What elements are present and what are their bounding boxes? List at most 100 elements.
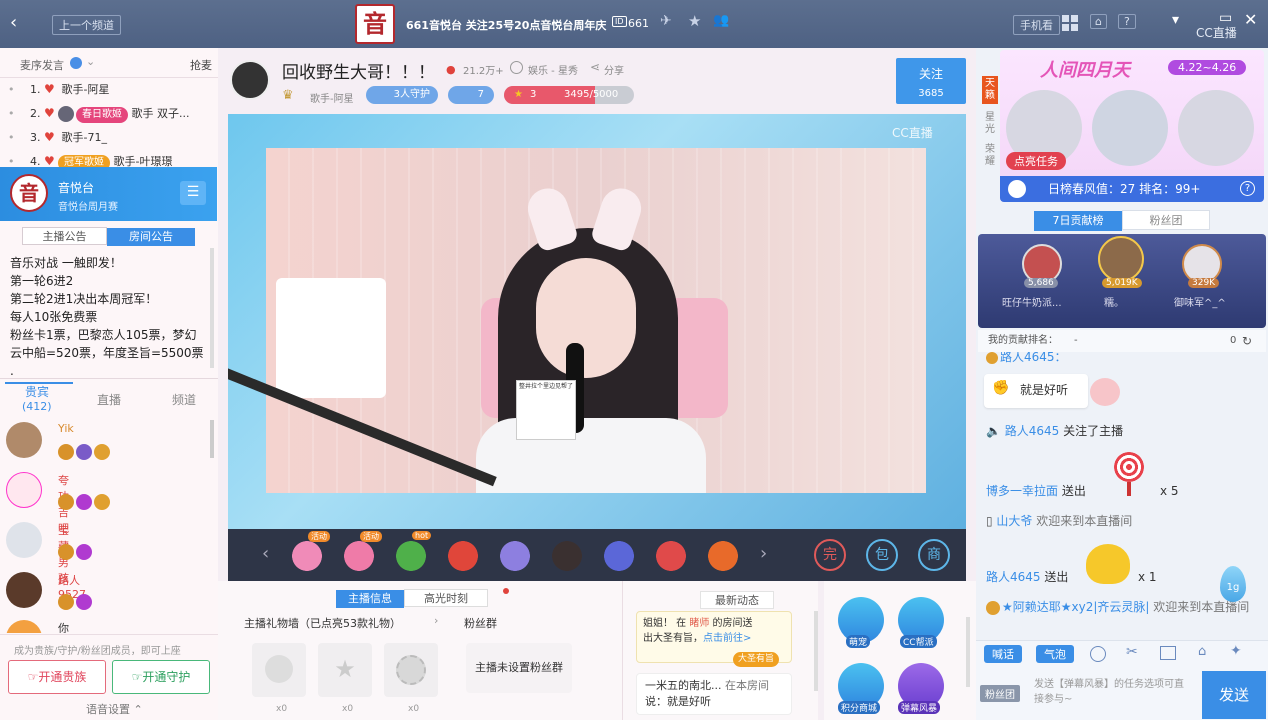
scrollbar[interactable]	[966, 617, 970, 687]
gift-item[interactable]	[444, 537, 482, 575]
emoji-icon[interactable]	[1090, 646, 1106, 662]
tab-highlights[interactable]: 高光时刻	[404, 589, 488, 607]
tab-vip[interactable]: 贵宾	[25, 383, 49, 400]
shout-button[interactable]: 喊话	[984, 645, 1022, 663]
level-drop-badge[interactable]: 1g	[1220, 566, 1246, 602]
list-item[interactable]: • 1. ♥ 歌手-阿星	[0, 78, 210, 102]
event-banner[interactable]: 人间四月天 4.22~4.26 点亮任务 日榜春风值：27 排名：99+ ?	[1000, 50, 1264, 202]
gift-item[interactable]	[548, 537, 586, 575]
list-item[interactable]: • 4. ♥ 冠军歌姬 歌手-叶璟璟	[0, 150, 210, 168]
scrollbar[interactable]	[210, 248, 214, 368]
chat-message: 🔈 路人4645 关注了主播	[986, 424, 1124, 438]
guard-badge[interactable]: 3人守护	[366, 86, 438, 104]
menu-icon[interactable]: ☰	[180, 181, 206, 205]
mic-seat-tab[interactable]: 麦序发言	[20, 57, 64, 73]
gift-item[interactable]	[652, 537, 690, 575]
notice-text: 音乐对战 一触即发！ 第一轮6进2 第二轮2进1决出本周冠军！ 每人10张免费票 粉丝卡…	[10, 256, 204, 378]
send-button[interactable]: 发送	[1202, 671, 1266, 719]
chat-message: ▯ 山大爷 欢迎来到本直播间	[986, 514, 1133, 528]
chevron-right-icon[interactable]: ›	[434, 614, 438, 627]
sofa	[276, 278, 386, 398]
lock-icon[interactable]: ⌂	[1198, 644, 1206, 659]
gift-tag: 活动	[308, 531, 330, 542]
prev-channel-button[interactable]: 上一个频道	[52, 15, 121, 35]
chevron-left-icon[interactable]: ‹	[262, 543, 269, 564]
gift-item[interactable]	[340, 537, 378, 575]
users-icon[interactable]: 👥	[713, 13, 729, 28]
shop-icon[interactable]: 商	[918, 539, 950, 571]
tab-room-notice[interactable]: 房间公告	[107, 228, 195, 246]
share-button[interactable]: 分享	[604, 62, 624, 77]
vip-count: (412)	[22, 400, 52, 413]
star-icon[interactable]: ★	[688, 12, 701, 30]
avatar	[6, 472, 42, 508]
phone-view-button[interactable]: 手机看	[1013, 15, 1060, 35]
complete-icon[interactable]: 完	[814, 539, 846, 571]
gift-item[interactable]	[392, 537, 430, 575]
help-icon[interactable]: ?	[1240, 181, 1255, 196]
scrollbar[interactable]	[814, 611, 818, 691]
tab-channel[interactable]: 频道	[172, 391, 196, 408]
fans-club-button[interactable]: 粉丝团	[980, 685, 1020, 702]
gift-item[interactable]	[704, 537, 742, 575]
gift-item[interactable]	[600, 537, 638, 575]
tab-anchor-info[interactable]: 主播信息	[336, 590, 404, 608]
scrollbar[interactable]	[210, 420, 214, 458]
event-task-button[interactable]: 点亮任务	[1006, 152, 1066, 170]
chevron-right-icon[interactable]: ›	[760, 543, 767, 564]
tab-anchor-notice[interactable]: 主播公告	[22, 227, 107, 245]
back-icon[interactable]: ‹	[10, 12, 17, 33]
tab-live[interactable]: 直播	[97, 391, 121, 408]
avatar[interactable]	[230, 60, 270, 100]
info-icon[interactable]	[70, 57, 82, 69]
avatar[interactable]	[1098, 236, 1144, 282]
gift-slot[interactable]	[252, 643, 306, 697]
refresh-icon[interactable]: ↻	[1242, 330, 1252, 352]
gift-item[interactable]	[496, 537, 534, 575]
bag-icon[interactable]: 包	[866, 539, 898, 571]
pin-icon[interactable]: ✈	[660, 13, 672, 29]
minimize-icon[interactable]: ▾	[1172, 12, 1179, 28]
news-item[interactable]: 一米五的南北... 在本房间 说：就是好听	[636, 673, 792, 715]
scissors-icon[interactable]: ✂	[1126, 644, 1138, 660]
help-icon[interactable]: ?	[1118, 14, 1136, 29]
gift-slot[interactable]: ★	[318, 643, 372, 697]
grid-icon[interactable]	[1062, 15, 1078, 31]
channel-name: 音悦台	[58, 181, 95, 195]
image-icon[interactable]	[1160, 646, 1176, 660]
window-icon[interactable]: ▭	[1219, 10, 1232, 26]
channel-card[interactable]: 音 音悦台 音悦台周月赛 ☰	[0, 167, 217, 221]
contributor-name: 旺仔牛奶派...	[1002, 298, 1062, 309]
settings-icon[interactable]: ✦	[1230, 643, 1242, 659]
avatar	[6, 422, 42, 458]
bookmark-icon[interactable]: ⌂	[1090, 14, 1107, 29]
side-tab-2[interactable]: 星光	[982, 112, 998, 136]
side-tab-1[interactable]: 天籁	[982, 76, 998, 104]
share-icon[interactable]: ⋖	[590, 60, 600, 74]
category-link[interactable]: 娱乐 - 星秀	[528, 62, 578, 77]
news-item[interactable]: 姐姐！ 在 睹师 的房间送 出大圣有旨，点击前往> 大圣有旨	[636, 611, 792, 667]
open-guard-button[interactable]: ☞开通守护	[112, 660, 210, 694]
gift-slot[interactable]	[384, 643, 438, 697]
list-item[interactable]: • 3. ♥ 歌手-71_	[0, 126, 210, 150]
chevron-down-icon[interactable]: ⌄	[86, 55, 95, 68]
gift-item[interactable]	[288, 537, 326, 575]
follow-button[interactable]: 关注 3685	[896, 58, 966, 104]
tab-fans-club[interactable]: 粉丝团	[1122, 210, 1210, 230]
chat-message: 路人4645 送出	[986, 570, 1069, 584]
exp-text: 3495/5000	[564, 89, 619, 100]
notice-tabs: 主播公告 房间公告	[22, 227, 195, 246]
side-tab-3[interactable]: 荣耀	[982, 144, 998, 168]
grab-mic-button[interactable]: 抢麦	[190, 57, 212, 73]
open-noble-button[interactable]: ☞开通贵族	[8, 660, 106, 694]
contributor-board: 5,686 旺仔牛奶派... 5,019K 糯。 329K 御味军^_^	[978, 234, 1266, 328]
tab-weekly-rank[interactable]: 7日贡献榜	[1034, 211, 1122, 231]
hint-text: 成为贵族/守护/粉丝团成员，即可上座	[14, 646, 181, 657]
list-item[interactable]: • 2. ♥ 春日歌姬 歌手 双子...	[0, 102, 210, 126]
fans-badge[interactable]: 7	[448, 86, 494, 104]
close-icon[interactable]: ✕	[1244, 10, 1257, 29]
voice-settings-button[interactable]: 语音设置 ⌃	[86, 701, 143, 717]
video-player[interactable]: 整井拉个里边见帮了 CC直播	[228, 114, 966, 529]
bubble-button[interactable]: 气泡	[1036, 645, 1074, 663]
chat-input[interactable]: 发送【弹幕风暴】的任务选项可直接参与~	[1030, 671, 1196, 715]
